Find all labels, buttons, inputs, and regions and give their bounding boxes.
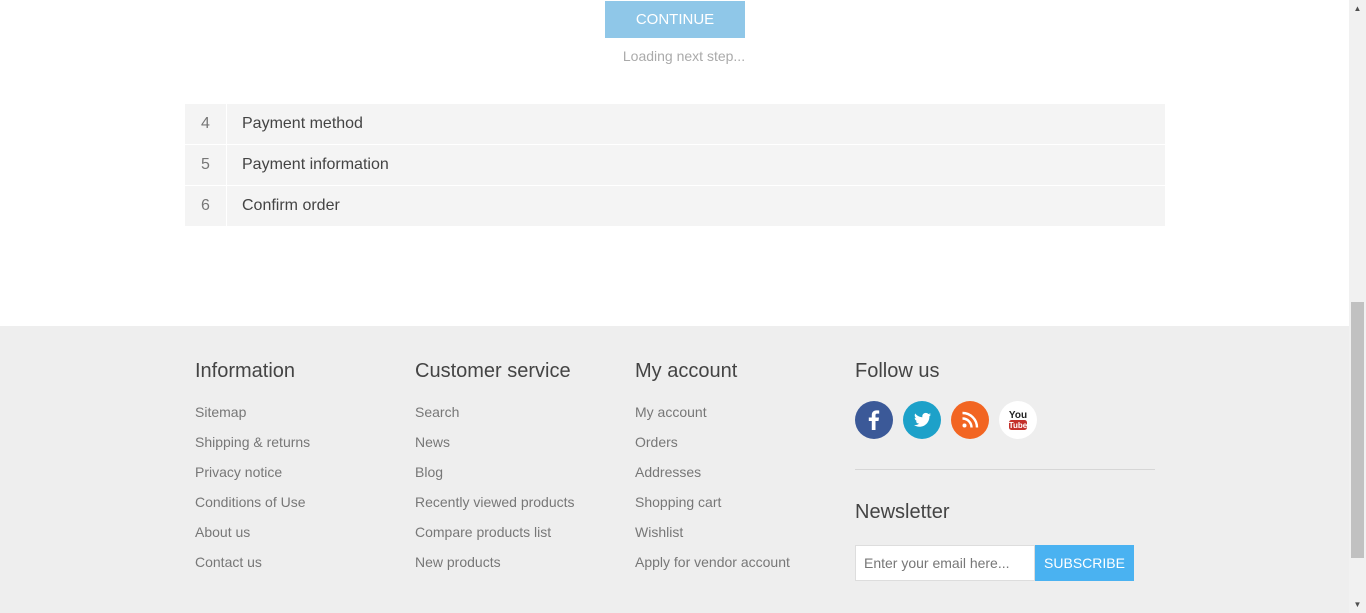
scroll-down-arrow-icon[interactable]: ▼ [1349, 596, 1366, 613]
step-title: Payment method [242, 115, 363, 132]
footer-link-compare-products[interactable]: Compare products list [415, 524, 551, 540]
footer-link-apply-vendor[interactable]: Apply for vendor account [635, 554, 790, 570]
footer-link-shipping-returns[interactable]: Shipping & returns [195, 434, 310, 450]
footer-link-news[interactable]: News [415, 434, 450, 450]
step-number: 4 [185, 104, 227, 144]
footer-heading-customer-service: Customer service [415, 360, 571, 382]
step-number: 6 [185, 186, 227, 226]
youtube-icon[interactable]: You Tube [999, 401, 1037, 439]
step-title: Confirm order [242, 197, 340, 214]
step-title: Payment information [242, 156, 389, 173]
footer-column-my-account: My account My account Orders Addresses S… [635, 360, 790, 584]
scroll-up-arrow-icon[interactable]: ▲ [1349, 0, 1366, 17]
footer-link-addresses[interactable]: Addresses [635, 464, 701, 480]
footer-link-sitemap[interactable]: Sitemap [195, 404, 246, 420]
footer-heading-follow-us: Follow us [855, 360, 940, 382]
footer-link-about-us[interactable]: About us [195, 524, 250, 540]
footer-link-search[interactable]: Search [415, 404, 459, 420]
newsletter-heading: Newsletter [855, 501, 950, 523]
loading-next-step-text: Loading next step... [622, 48, 746, 64]
footer-divider [855, 469, 1155, 470]
subscribe-button[interactable]: SUBSCRIBE [1035, 545, 1134, 581]
footer-column-follow-us: Follow us You Tube Newsletter Enter your… [855, 360, 1155, 581]
continue-button[interactable]: CONTINUE [605, 1, 745, 38]
footer-link-orders[interactable]: Orders [635, 434, 678, 450]
footer-link-wishlist[interactable]: Wishlist [635, 524, 683, 540]
footer-link-recently-viewed[interactable]: Recently viewed products [415, 494, 575, 510]
step-payment-method[interactable]: 4 Payment method [185, 104, 1165, 145]
footer-column-customer-service: Customer service Search News Blog Recent… [415, 360, 575, 584]
footer-heading-information: Information [195, 360, 296, 382]
footer-link-contact-us[interactable]: Contact us [195, 554, 262, 570]
footer: Information Sitemap Shipping & returns P… [0, 326, 1349, 613]
page: CONTINUE Loading next step... 4 Payment … [0, 0, 1349, 613]
step-confirm-order[interactable]: 6 Confirm order [185, 186, 1165, 227]
twitter-icon[interactable] [903, 401, 941, 439]
footer-heading-my-account: My account [635, 360, 738, 382]
newsletter-email-input[interactable] [855, 545, 1035, 581]
facebook-icon[interactable] [855, 401, 893, 439]
youtube-logo-text-top: You [1009, 410, 1027, 421]
footer-link-shopping-cart[interactable]: Shopping cart [635, 494, 721, 510]
checkout-steps: 4 Payment method 5 Payment information 6… [185, 104, 1165, 227]
scroll-thumb[interactable] [1351, 302, 1364, 558]
footer-column-information: Information Sitemap Shipping & returns P… [195, 360, 310, 584]
footer-link-new-products[interactable]: New products [415, 554, 501, 570]
footer-link-my-account[interactable]: My account [635, 404, 707, 420]
youtube-logo-text-bottom: Tube [1009, 421, 1028, 430]
step-payment-information[interactable]: 5 Payment information [185, 145, 1165, 186]
page-scrollbar[interactable]: ▲ ▼ [1349, 0, 1366, 613]
step-number: 5 [185, 145, 227, 185]
footer-link-blog[interactable]: Blog [415, 464, 443, 480]
newsletter-form: SUBSCRIBE [855, 545, 1155, 581]
footer-link-conditions-of-use[interactable]: Conditions of Use [195, 494, 306, 510]
social-links: You Tube [855, 401, 1155, 439]
footer-link-privacy-notice[interactable]: Privacy notice [195, 464, 282, 480]
rss-icon[interactable] [951, 401, 989, 439]
